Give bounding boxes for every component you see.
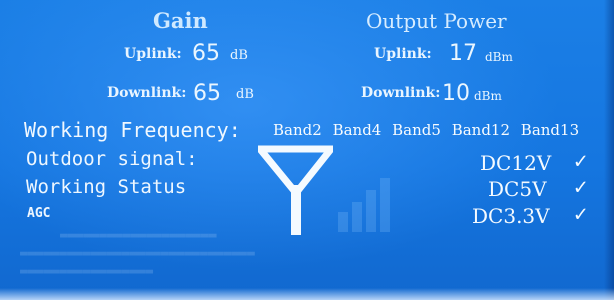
gain-downlink-value: 65 bbox=[193, 81, 221, 106]
gain-uplink-value: 65 bbox=[192, 41, 220, 66]
output-uplink-value: 17 bbox=[449, 41, 477, 66]
dc5v-label: DC5V bbox=[488, 177, 547, 201]
gain-downlink-unit: dB bbox=[236, 87, 254, 102]
band-item: Band2 bbox=[273, 121, 322, 139]
ghost-text: ▬▬▬▬▬▬▬▬▬▬▬▬▬▬▬▬▬▬▬▬ bbox=[60, 228, 217, 243]
dc12v-label: DC12V bbox=[480, 151, 552, 175]
check-icon: ✓ bbox=[574, 175, 588, 200]
ghost-text: ▬▬▬▬▬▬▬▬▬▬▬▬▬▬▬▬▬ bbox=[20, 264, 154, 279]
band-list: Band2 Band4 Band5 Band12 Band13 bbox=[273, 121, 579, 139]
output-power-title: Output Power bbox=[366, 9, 507, 33]
output-uplink-unit: dBm bbox=[485, 50, 513, 64]
agc-label: AGC bbox=[27, 206, 51, 221]
gain-uplink-label: Uplink: bbox=[124, 46, 182, 62]
band-item: Band4 bbox=[332, 121, 382, 139]
working-status-label: Working Status bbox=[26, 176, 187, 198]
band-item: Band5 bbox=[392, 121, 441, 139]
outdoor-signal-label: Outdoor signal: bbox=[26, 148, 198, 170]
band-item: Band13 bbox=[520, 121, 580, 139]
repeater-display: ▬▬▬▬▬▬▬▬▬▬▬▬▬▬▬▬▬▬▬▬ ▬▬▬▬▬▬▬▬▬▬▬▬▬▬▬▬▬▬▬… bbox=[0, 0, 614, 300]
gain-downlink-label: Downlink: bbox=[107, 85, 187, 101]
check-icon: ✓ bbox=[574, 149, 588, 174]
check-icon: ✓ bbox=[574, 202, 588, 227]
output-uplink-label: Uplink: bbox=[374, 46, 432, 62]
gain-uplink-unit: dB bbox=[230, 48, 248, 63]
bezel-edge bbox=[604, 0, 614, 300]
antenna-icon bbox=[258, 145, 333, 235]
working-frequency-label: Working Frequency: bbox=[24, 118, 241, 142]
dc3v3-label: DC3.3V bbox=[472, 204, 550, 228]
ghost-text: ▬▬▬▬▬▬▬▬▬▬▬▬▬▬▬▬▬▬▬▬▬▬▬▬▬▬▬▬▬▬ bbox=[20, 246, 255, 261]
output-downlink-label: Downlink: bbox=[361, 85, 441, 101]
bezel-edge bbox=[0, 288, 614, 300]
output-downlink-value: 10 bbox=[442, 81, 470, 106]
gain-title: Gain bbox=[153, 8, 208, 33]
output-downlink-unit: dBm bbox=[474, 89, 502, 103]
band-item: Band12 bbox=[451, 121, 511, 139]
